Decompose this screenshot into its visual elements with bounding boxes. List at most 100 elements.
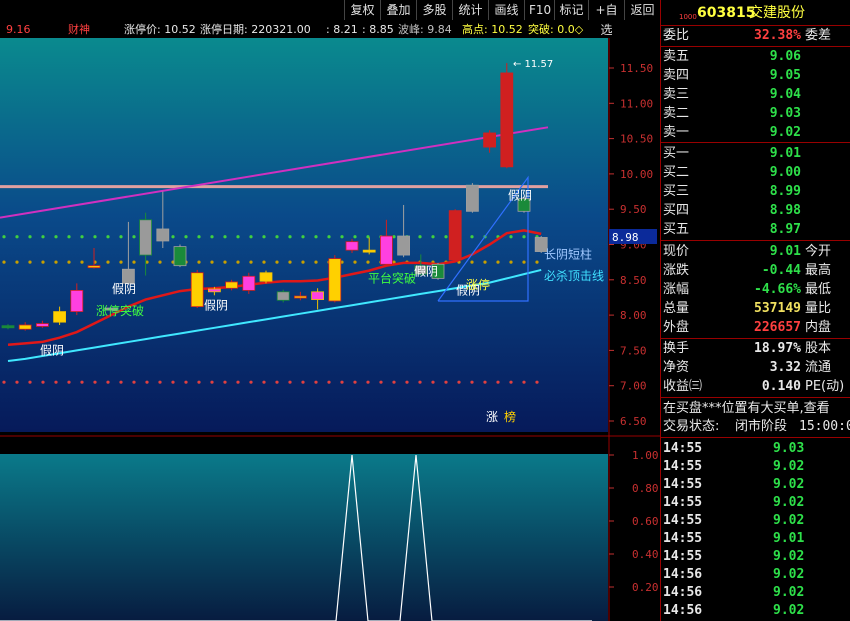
main-panel-bg [0, 38, 608, 432]
level-dot [470, 235, 474, 239]
candle-body [173, 246, 187, 267]
candle-body [397, 235, 411, 256]
price-tick-label: 8.50 [620, 274, 647, 287]
notice-row: 在买盘***位置有大买单,查看 [661, 400, 850, 418]
stock-name[interactable]: 交建股份 [749, 4, 805, 22]
indicator-axis: 1.00 0.80 0.60 0.40 0.20 [609, 449, 659, 594]
level-dot [119, 235, 123, 239]
stat-row-label2: 最低 [805, 282, 832, 297]
candle-body [87, 265, 101, 269]
level-dot [132, 235, 136, 239]
candle-body [465, 184, 479, 212]
add-favorite-button[interactable]: +自选 [588, 0, 624, 37]
level-dot [15, 380, 19, 384]
level-dot [379, 380, 383, 384]
stat2-row-label2: 股本 [805, 341, 832, 356]
level-dot [197, 380, 201, 384]
status-time: 15:00:0 [799, 419, 850, 434]
tick-row: 14:55 9.02 [661, 494, 850, 512]
level-dot [509, 235, 513, 239]
candle-body [122, 268, 135, 284]
candle-body [293, 295, 307, 299]
level-dot [197, 235, 201, 239]
level-dot [431, 235, 435, 239]
level-dot [132, 380, 136, 384]
candle-body [448, 210, 462, 261]
level-dot [158, 260, 162, 264]
level-dot [80, 260, 84, 264]
overlay-button[interactable]: 叠加 [380, 0, 416, 20]
candle-body [500, 72, 514, 168]
stat-row: 现价 9.01 今开 [661, 243, 850, 261]
ask-row-label: 卖一 [663, 125, 690, 140]
tick-row: 14:56 9.02 [661, 566, 850, 584]
bid-row-value: 8.98 [769, 203, 801, 218]
stat-row-value: -0.44 [761, 263, 801, 278]
tick-row: 14:55 9.02 [661, 458, 850, 476]
level-dot [249, 235, 253, 239]
level-dot [327, 235, 331, 239]
candle-body [483, 132, 497, 148]
bid-row-label: 买一 [663, 146, 690, 161]
level-dot [28, 380, 32, 384]
status-label: 交易状态: [663, 419, 720, 434]
level-dot [184, 380, 188, 384]
level-dot [197, 260, 201, 264]
multi-stock-button[interactable]: 多股 [416, 0, 452, 20]
price-tick-label: 6.50 [620, 415, 647, 428]
bid-row: 买三 8.99 [661, 183, 850, 201]
annotation-label: 涨停 [466, 277, 490, 292]
tick-price: 9.02 [773, 513, 805, 528]
stat-row-label: 涨幅 [663, 282, 690, 297]
level-dot [444, 380, 448, 384]
kline-chart[interactable]: 11.5011.0010.5010.009.509.008.508.007.50… [0, 38, 660, 621]
level-dot [470, 260, 474, 264]
fuquan-button[interactable]: 复权 [344, 0, 380, 20]
candle-body [225, 281, 239, 289]
mark-button[interactable]: 标记 [554, 0, 588, 20]
annotation-label: 假阴 [414, 265, 438, 279]
level-dot [418, 235, 422, 239]
stock-code[interactable]: 603815 [697, 4, 755, 22]
level-dot [509, 380, 513, 384]
indicator-tick-label: 0.60 [632, 515, 659, 528]
candle-body [18, 324, 32, 330]
tick-time: 14:56 [663, 603, 703, 618]
annotation-label: 必杀顶击线 [544, 268, 604, 283]
statistics-button[interactable]: 统计 [452, 0, 488, 20]
level-dot [145, 380, 149, 384]
level-dot [67, 380, 71, 384]
level-dot [119, 260, 123, 264]
formula-name[interactable]: 财神 [68, 22, 90, 38]
level-dot [392, 235, 396, 239]
notice-text[interactable]: 在买盘***位置有大买单,查看 [663, 400, 830, 418]
draw-line-button[interactable]: 画线 [488, 0, 524, 20]
level-dot [353, 260, 357, 264]
level-dot [262, 260, 266, 264]
stat-row-value: 9.01 [769, 244, 801, 259]
stat-row-label2: 今开 [805, 244, 832, 259]
level-dot [457, 380, 461, 384]
level-dot [106, 380, 110, 384]
level-dot [236, 380, 240, 384]
tick-price: 9.02 [773, 567, 805, 582]
tick-row: 14:55 9.02 [661, 512, 850, 530]
annotation-label: 榜 [504, 409, 516, 424]
info-value-2: : 8.85 [362, 23, 394, 36]
weibi-label: 委比 [663, 28, 690, 43]
svg-text:8.98: 8.98 [612, 231, 639, 244]
f10-button[interactable]: F10 [524, 0, 554, 20]
status-value: 闭市阶段 [735, 419, 788, 434]
level-dot [106, 235, 110, 239]
level-dot [288, 235, 292, 239]
stat2-row-value: 0.140 [761, 379, 801, 394]
level-dot [93, 235, 97, 239]
bid-row-label: 买四 [663, 203, 690, 218]
level-dot [314, 260, 318, 264]
back-button[interactable]: 返回 [624, 0, 660, 20]
stat-row-label: 现价 [663, 244, 690, 259]
level-dot [314, 380, 318, 384]
weibi-row: 委比 32.38% 委差 [661, 27, 850, 45]
annotation-label: 假阴 [204, 298, 228, 312]
level-dot [119, 380, 123, 384]
